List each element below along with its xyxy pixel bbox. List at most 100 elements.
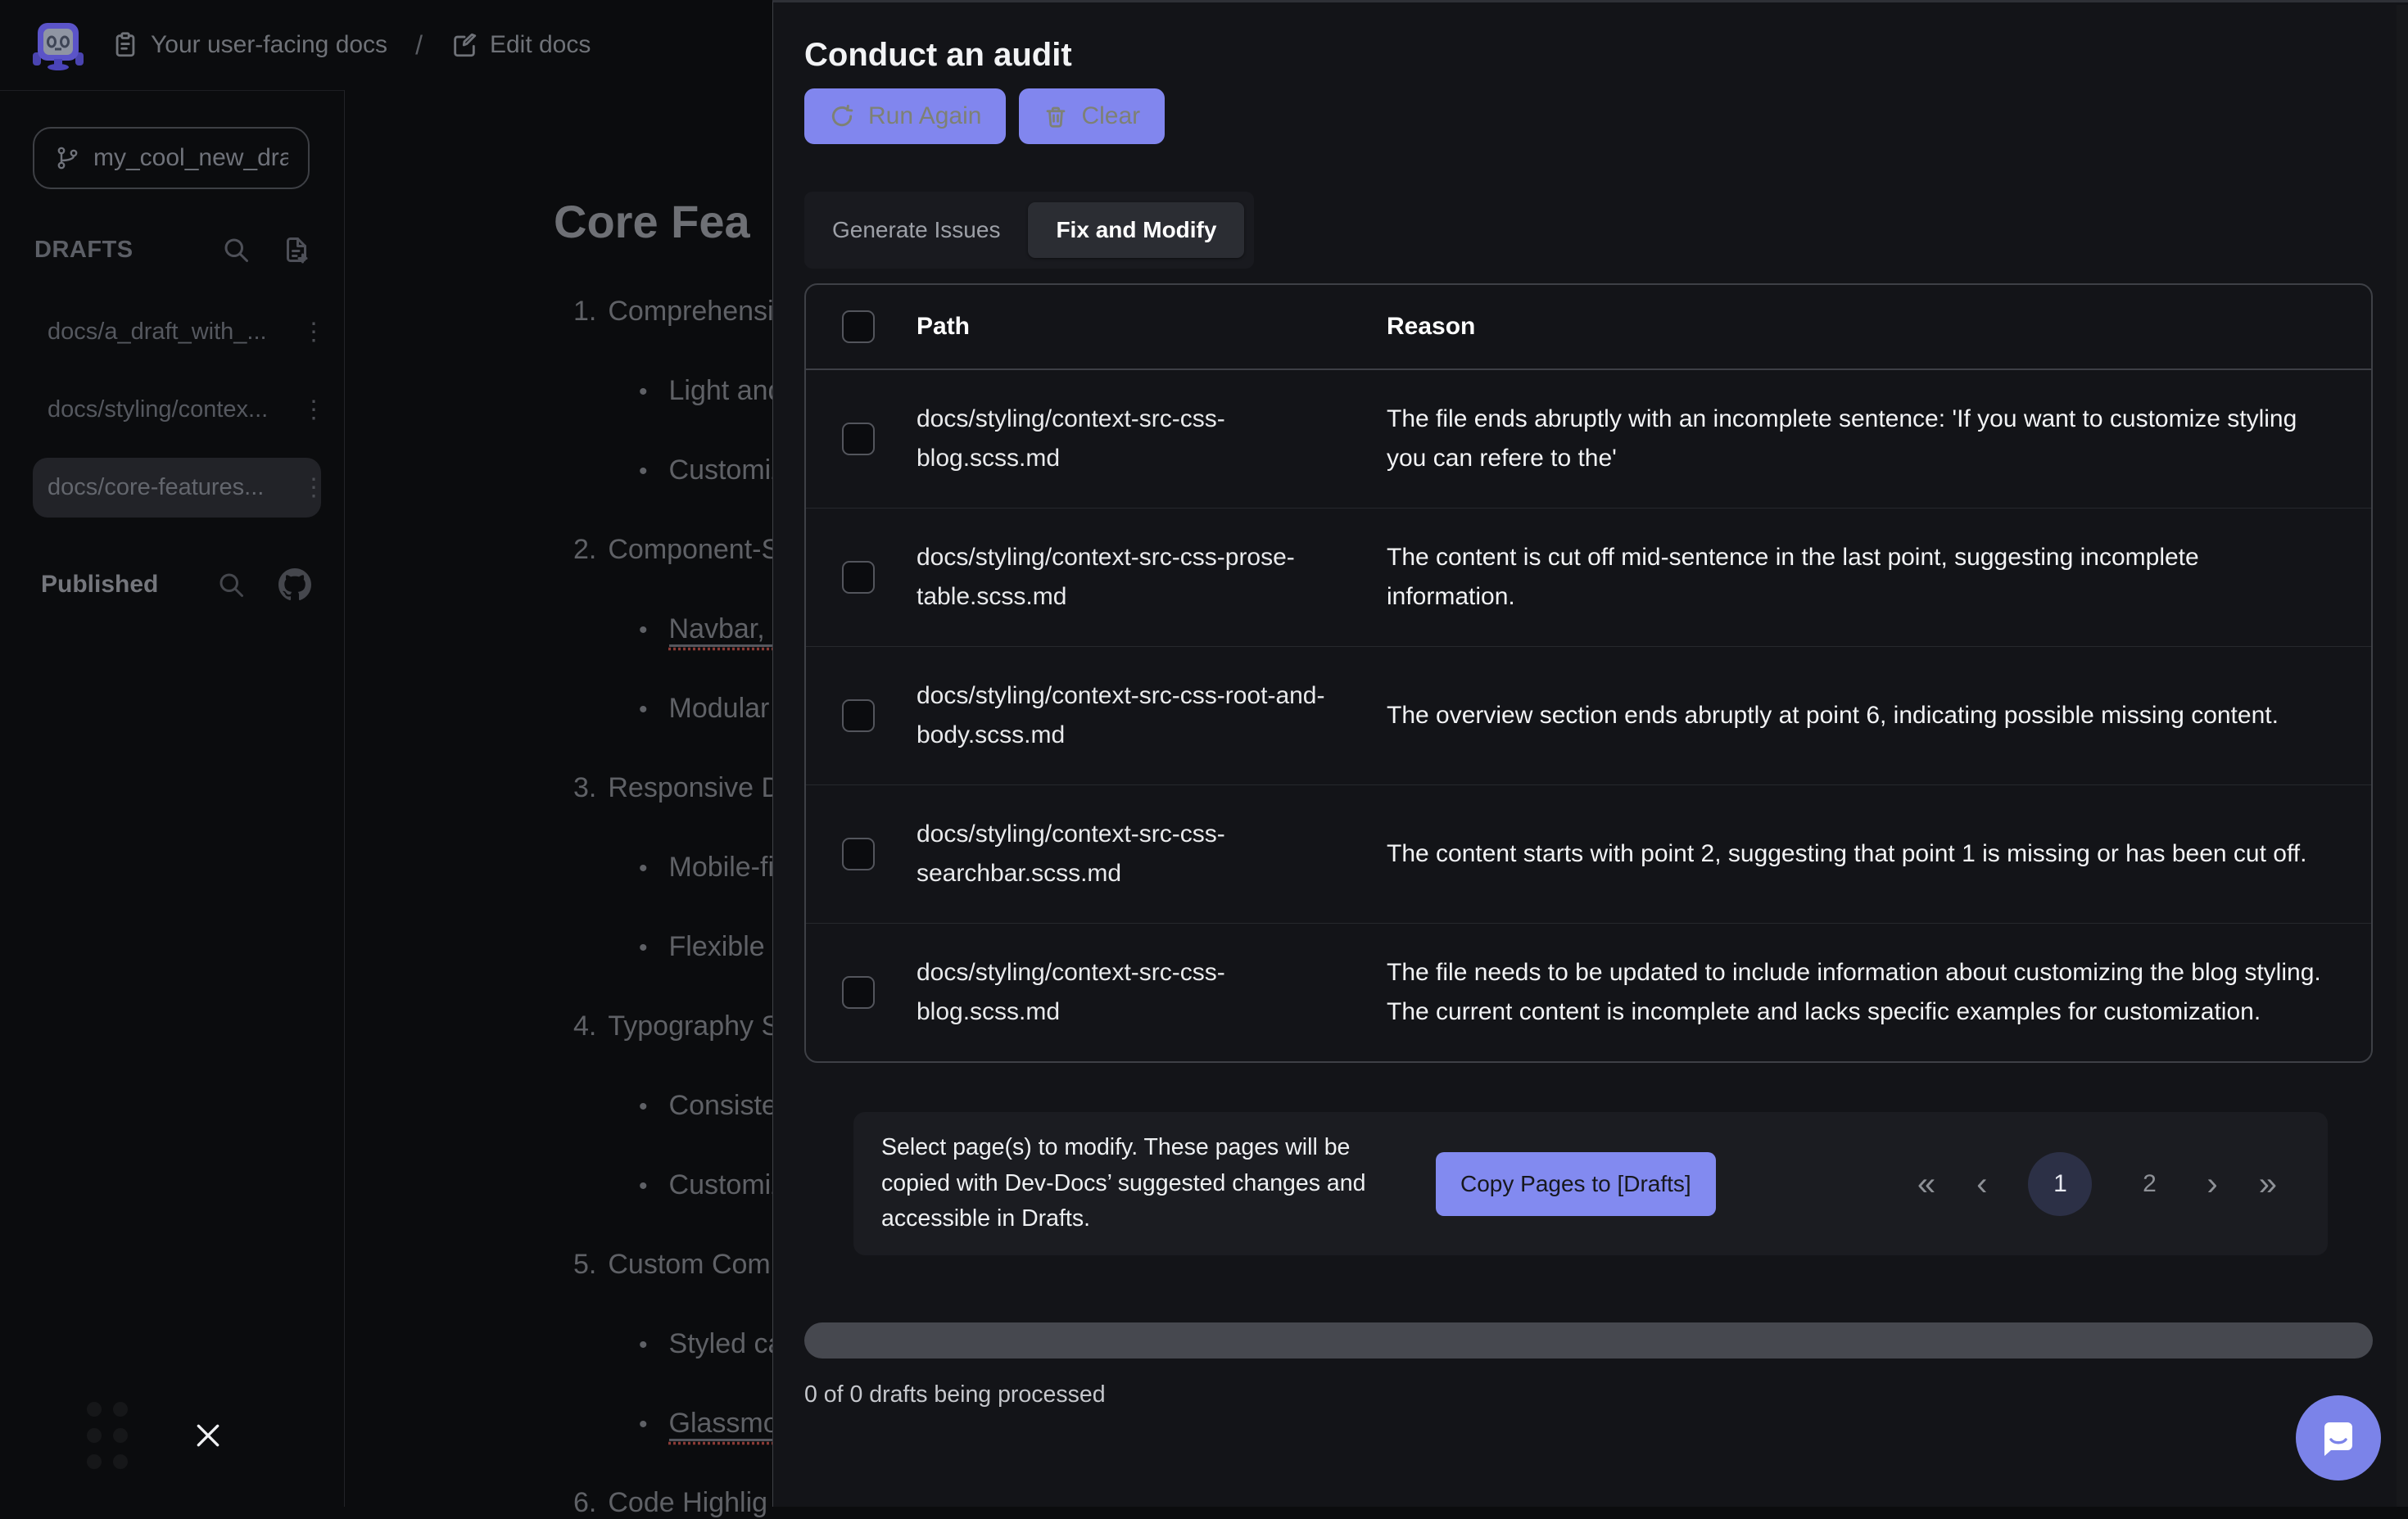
published-header: Published (41, 568, 311, 601)
doc-outline-item: •Light and (554, 375, 783, 407)
git-branch-icon (54, 145, 80, 171)
path-cell: docs/styling/context-src-css-blog.scss.m… (917, 953, 1387, 1032)
chat-widget-button[interactable] (2296, 1395, 2381, 1481)
audit-table-row: docs/styling/context-src-css-blog.scss.m… (806, 370, 2371, 509)
chat-bubble-icon (2315, 1415, 2361, 1461)
path-column-header: Path (917, 313, 1387, 341)
clear-label: Clear (1081, 102, 1140, 130)
kebab-menu-icon[interactable]: ⋮ (301, 318, 326, 346)
breadcrumb-separator: / (415, 30, 423, 61)
doc-preview: Core Fea 1.Comprehensi •Light and •Custo… (554, 195, 783, 1519)
doc-outline-item: •Styled ca (554, 1328, 783, 1360)
doc-outline-item: 2.Component-S (554, 534, 783, 566)
draft-item-label: docs/core-features... (48, 474, 264, 501)
kebab-menu-icon[interactable]: ⋮ (301, 473, 326, 502)
github-icon[interactable] (278, 568, 311, 601)
reason-cell: The content starts with point 2, suggest… (1387, 834, 2371, 874)
audit-title: Conduct an audit (804, 37, 2373, 74)
path-cell: docs/styling/context-src-css-blog.scss.m… (917, 400, 1387, 478)
page-numbers: 1 2 (2028, 1152, 2166, 1216)
page-number[interactable]: 1 (2028, 1152, 2092, 1216)
copy-pages-panel: Select page(s) to modify. These pages wi… (853, 1112, 2328, 1255)
doc-outline-item: •Navbar, s (554, 613, 783, 645)
kebab-menu-icon[interactable]: ⋮ (301, 396, 326, 424)
edit-docs-icon (450, 31, 478, 59)
path-cell: docs/styling/context-src-css-root-and-bo… (917, 676, 1387, 755)
doc-outline-item: 6.Code Highlig (554, 1487, 783, 1519)
row-checkbox[interactable] (842, 838, 875, 870)
prev-page-icon[interactable]: ‹ (1976, 1168, 1987, 1200)
drafts-list: docs/a_draft_with_... ⋮ docs/styling/con… (0, 302, 344, 518)
run-again-label: Run Again (868, 102, 981, 130)
doc-title: Core Fea (554, 195, 783, 248)
widget-controls (87, 1402, 224, 1469)
close-icon[interactable] (192, 1419, 224, 1452)
doc-outline-item: •Consister (554, 1090, 783, 1122)
reason-cell: The overview section ends abruptly at po… (1387, 696, 2371, 735)
doc-outline-item: •Glassmor (554, 1408, 783, 1440)
doc-outline-item: •Flexible la (554, 931, 783, 963)
run-again-button[interactable]: Run Again (804, 88, 1006, 144)
draft-item[interactable]: docs/styling/contex... ⋮ (33, 380, 321, 440)
breadcrumb-edit-label: Edit docs (490, 31, 591, 59)
doc-outline-item: 1.Comprehensi (554, 296, 783, 328)
refresh-icon (829, 103, 855, 129)
draft-item-label: docs/a_draft_with_... (48, 319, 267, 346)
new-draft-icon[interactable] (282, 235, 311, 264)
page-number[interactable]: 2 (2133, 1170, 2166, 1198)
drafts-heading: DRAFTS (34, 237, 134, 264)
row-checkbox[interactable] (842, 699, 875, 732)
drafts-progress-bar[interactable] (804, 1322, 2373, 1359)
breadcrumb-docs[interactable]: Your user-facing docs (111, 31, 387, 59)
doc-outline-item: 3.Responsive D (554, 772, 783, 804)
breadcrumb-edit-docs[interactable]: Edit docs (450, 31, 591, 59)
reason-column-header: Reason (1387, 313, 2371, 341)
doc-outline-item: •Customiz (554, 454, 783, 486)
drag-handle-icon[interactable] (87, 1402, 128, 1469)
branch-name: my_cool_new_dra... (93, 144, 288, 172)
audit-table-row: docs/styling/context-src-css-blog.scss.m… (806, 924, 2371, 1061)
doc-outline-item: •Modular (554, 693, 783, 725)
doc-outline-item: 4.Typography S (554, 1010, 783, 1042)
reason-cell: The file ends abruptly with an incomplet… (1387, 400, 2371, 478)
row-checkbox[interactable] (842, 976, 875, 1009)
audit-tabs: Generate Issues Fix and Modify (804, 192, 1254, 269)
audit-table-row: docs/styling/context-src-css-prose-table… (806, 509, 2371, 647)
drafts-status: 0 of 0 drafts being processed (804, 1381, 2373, 1408)
branch-selector[interactable]: my_cool_new_dra... (33, 127, 310, 189)
audit-actions: Run Again Clear (804, 88, 2373, 144)
drafts-header: DRAFTS (34, 235, 311, 264)
published-search-icon[interactable] (216, 570, 246, 599)
doc-outline-item: •Mobile-fi (554, 852, 783, 884)
audit-modal: Conduct an audit Run Again Clear Gen (772, 0, 2408, 1507)
select-pages-note: Select page(s) to modify. These pages wi… (881, 1130, 1401, 1237)
draft-item[interactable]: docs/a_draft_with_... ⋮ (33, 302, 321, 362)
select-all-checkbox[interactable] (842, 310, 875, 343)
audit-table-body: docs/styling/context-src-css-blog.scss.m… (806, 370, 2371, 1061)
draft-item-label: docs/styling/contex... (48, 396, 268, 423)
modal-scrollbar-track[interactable] (2397, 5, 2408, 1507)
audit-tab[interactable]: Generate Issues (804, 202, 1028, 258)
first-page-icon[interactable]: « (1917, 1168, 1935, 1200)
path-cell: docs/styling/context-src-css-searchbar.s… (917, 815, 1387, 893)
next-page-icon[interactable]: › (2207, 1168, 2217, 1200)
reason-cell: The file needs to be updated to include … (1387, 953, 2371, 1032)
draft-item[interactable]: docs/core-features... ⋮ (33, 458, 321, 518)
last-page-icon[interactable]: » (2259, 1168, 2277, 1200)
clipboard-icon (111, 31, 139, 59)
doc-outline-item: 5.Custom Comp (554, 1249, 783, 1281)
clear-button[interactable]: Clear (1019, 88, 1165, 144)
drafts-search-icon[interactable] (221, 235, 251, 264)
row-checkbox[interactable] (842, 423, 875, 455)
top-navbar: Your user-facing docs / Edit docs (0, 0, 772, 90)
doc-outline-item: •Customiz (554, 1169, 783, 1201)
copy-pages-button[interactable]: Copy Pages to [Drafts] (1436, 1152, 1716, 1216)
doc-outline: 1.Comprehensi •Light and •Customiz 2.Com… (554, 296, 783, 1519)
devdocs-robot-logo (31, 18, 85, 72)
trash-icon (1043, 104, 1068, 129)
path-cell: docs/styling/context-src-css-prose-table… (917, 538, 1387, 617)
row-checkbox[interactable] (842, 561, 875, 594)
pagination: « ‹ 1 2 › » (1917, 1152, 2277, 1216)
audit-tab[interactable]: Fix and Modify (1028, 202, 1244, 258)
breadcrumb: Your user-facing docs / Edit docs (111, 30, 591, 61)
